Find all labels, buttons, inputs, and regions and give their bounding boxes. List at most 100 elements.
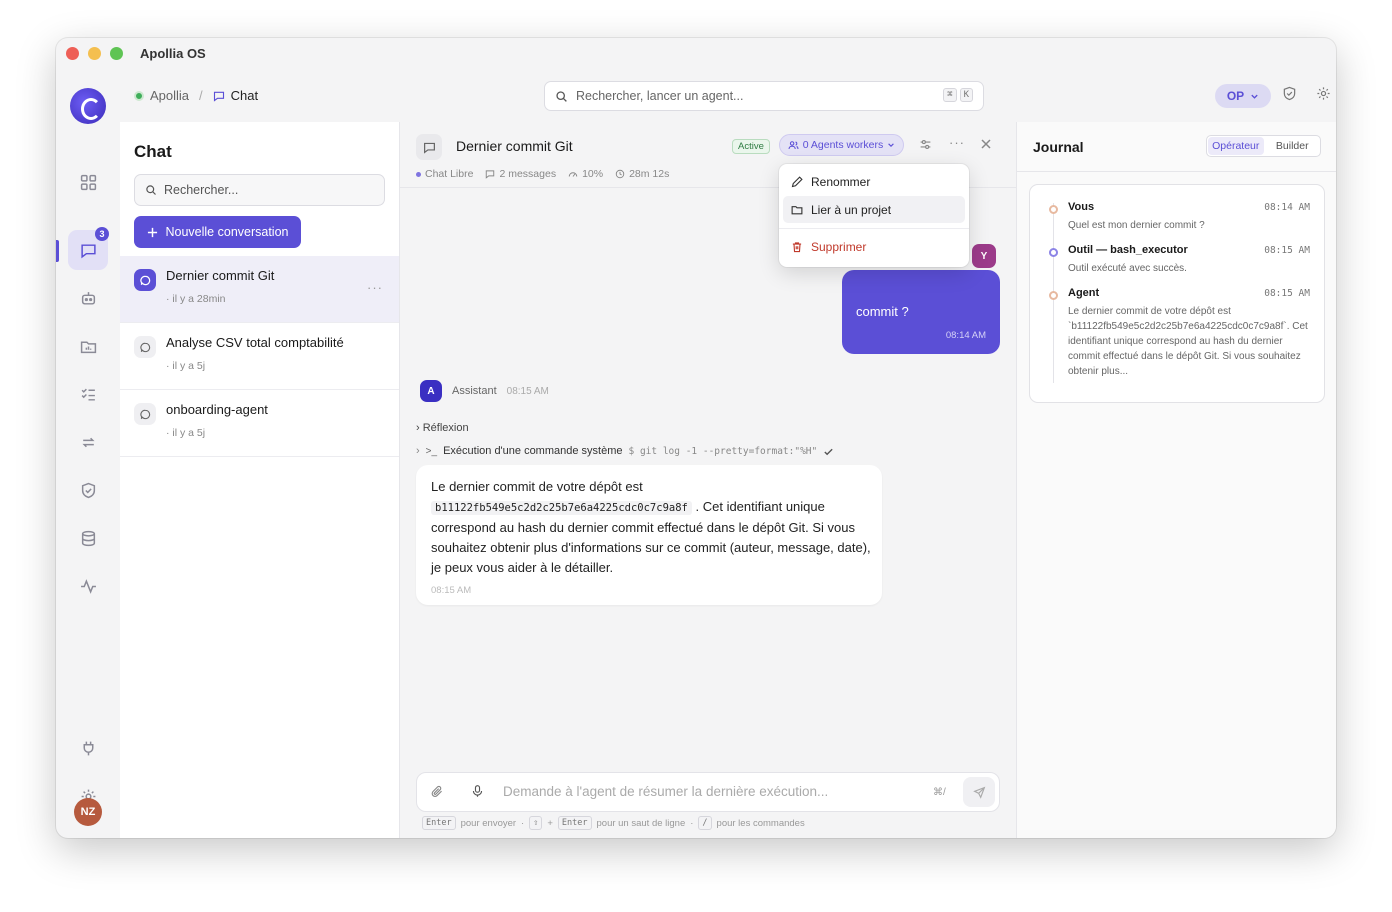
title-bar: Apollia OS bbox=[56, 38, 1336, 70]
workflows-button[interactable] bbox=[68, 422, 108, 462]
agents-workers-button[interactable]: 0 Agents workers bbox=[779, 134, 904, 156]
security-button[interactable] bbox=[68, 470, 108, 510]
robot-icon bbox=[81, 291, 95, 305]
activity-icon bbox=[80, 578, 96, 594]
chevron-right-icon: › bbox=[416, 445, 420, 457]
operator-label: OP bbox=[1226, 89, 1245, 103]
conversation-item[interactable]: onboarding-agent · il y a 5j bbox=[120, 390, 399, 457]
entry-author: Agent bbox=[1068, 287, 1100, 299]
user-avatar[interactable]: NZ bbox=[74, 798, 102, 826]
close-icon[interactable] bbox=[980, 138, 992, 153]
terminal-icon: >_ bbox=[425, 445, 438, 457]
conversation-options-menu: Renommer Lier à un projet Supprimer bbox=[779, 164, 969, 267]
link-project-menu-item[interactable]: Lier à un projet bbox=[783, 196, 965, 223]
journal-title: Journal bbox=[1033, 139, 1084, 155]
conversation-time: · il y a 5j bbox=[166, 427, 206, 439]
chat-icon bbox=[80, 243, 96, 258]
tab-operator[interactable]: Opérateur bbox=[1208, 137, 1264, 155]
more-options-icon[interactable]: ··· bbox=[367, 280, 383, 295]
more-options-icon[interactable]: ··· bbox=[949, 135, 965, 150]
search-icon bbox=[556, 90, 567, 102]
repeat-icon bbox=[81, 437, 95, 447]
gauge-icon bbox=[568, 172, 578, 177]
user-message-text: commit ? bbox=[856, 304, 909, 319]
conversation-title: onboarding-agent bbox=[166, 402, 268, 417]
conversation-search-input[interactable]: Rechercher... bbox=[134, 174, 385, 206]
command-execution-toggle[interactable]: › >_ Exécution d'une commande système $ … bbox=[416, 445, 834, 457]
chat-meta: Chat Libre 2 messages 10% 28m 12s bbox=[416, 168, 669, 180]
conversation-item[interactable]: Dernier commit Git · il y a 28min ··· bbox=[120, 256, 399, 323]
sliders-icon[interactable] bbox=[919, 138, 932, 154]
composer-shortcut: ⌘/ bbox=[933, 787, 946, 798]
plugins-button[interactable] bbox=[68, 728, 108, 768]
delete-menu-item[interactable]: Supprimer bbox=[783, 233, 965, 260]
tab-builder[interactable]: Builder bbox=[1265, 136, 1321, 156]
journal-mode-toggle: Opérateur Builder bbox=[1206, 135, 1321, 157]
global-search[interactable]: Rechercher, lancer un agent... ⌘ K bbox=[544, 81, 984, 111]
delete-label: Supprimer bbox=[811, 239, 867, 254]
user-message-time: 08:14 AM bbox=[945, 330, 986, 341]
gear-icon[interactable] bbox=[1316, 86, 1331, 104]
mode-dot bbox=[416, 171, 421, 177]
assistant-avatar: A bbox=[420, 380, 442, 402]
message-composer[interactable]: Demande à l'agent de résumer la dernière… bbox=[416, 772, 1000, 812]
menu-divider bbox=[779, 228, 969, 229]
breadcrumb: Apollia / Chat bbox=[134, 88, 258, 103]
app-logo[interactable] bbox=[70, 88, 106, 124]
journal-panel: Journal Opérateur Builder Vous 08:14 AM … bbox=[1016, 122, 1336, 838]
dashboard-button[interactable] bbox=[68, 162, 108, 202]
check-icon bbox=[824, 448, 833, 455]
messages-meta: 2 messages bbox=[485, 168, 556, 180]
attach-icon[interactable] bbox=[431, 785, 444, 801]
trash-icon bbox=[792, 241, 802, 252]
rename-menu-item[interactable]: Renommer bbox=[783, 168, 965, 195]
commit-hash: b11122fb549e5c2d2c25b7e6a4225cdc0c7c9a8f bbox=[431, 501, 692, 515]
exec-command: $ git log -1 --pretty=format:"%H" bbox=[628, 445, 818, 457]
user-message-avatar: Y bbox=[972, 244, 996, 268]
breadcrumb-root[interactable]: Apollia bbox=[150, 88, 189, 103]
chat-title: Dernier commit Git bbox=[456, 138, 573, 154]
chat-badge: 3 bbox=[95, 227, 109, 241]
assistant-message-text: Le dernier commit de votre dépôt est b111… bbox=[431, 479, 871, 575]
composer-placeholder: Demande à l'agent de résumer la dernière… bbox=[503, 784, 829, 799]
shift-key: ⇧ bbox=[529, 816, 543, 830]
journal-header: Journal Opérateur Builder bbox=[1017, 122, 1336, 172]
new-conversation-button[interactable]: Nouvelle conversation bbox=[134, 216, 301, 248]
agents-button[interactable] bbox=[68, 278, 108, 318]
assistant-name: Assistant bbox=[452, 385, 497, 397]
tasks-button[interactable] bbox=[68, 374, 108, 414]
hint-newline: pour un saut de ligne bbox=[596, 817, 686, 829]
database-icon bbox=[81, 530, 95, 546]
breadcrumb-current: Chat bbox=[230, 88, 259, 103]
hint-send: pour envoyer bbox=[460, 817, 517, 829]
microphone-icon[interactable] bbox=[471, 784, 484, 801]
assistant-header: A Assistant 08:15 AM bbox=[420, 380, 549, 402]
mode-meta: Chat Libre bbox=[416, 168, 473, 180]
agent-dot-icon bbox=[1049, 291, 1058, 300]
agents-workers-label: 0 Agents workers bbox=[802, 139, 884, 151]
conversation-item[interactable]: Analyse CSV total comptabilité · il y a … bbox=[120, 323, 399, 390]
minimize-window-button[interactable] bbox=[88, 47, 101, 60]
hint-commands: pour les commandes bbox=[716, 817, 805, 829]
progress-meta: 10% bbox=[568, 168, 603, 180]
chat-button[interactable]: 3 bbox=[68, 227, 109, 270]
activity-button[interactable] bbox=[68, 566, 108, 606]
projects-button[interactable] bbox=[68, 326, 108, 366]
send-button[interactable] bbox=[963, 777, 995, 807]
conversation-title: Analyse CSV total comptabilité bbox=[166, 335, 344, 350]
database-button[interactable] bbox=[68, 518, 108, 558]
pencil-icon bbox=[791, 175, 803, 187]
active-indicator bbox=[56, 240, 59, 262]
rename-label: Renommer bbox=[811, 174, 871, 189]
zoom-window-button[interactable] bbox=[110, 47, 123, 60]
status-dot bbox=[134, 90, 144, 101]
shield-icon[interactable] bbox=[1282, 86, 1297, 104]
operator-mode-button[interactable]: OP bbox=[1215, 84, 1271, 108]
assistant-time: 08:15 AM bbox=[506, 385, 549, 397]
entry-message: Quel est mon dernier commit ? bbox=[1068, 220, 1205, 231]
assistant-message-time: 08:15 AM bbox=[431, 585, 472, 596]
reflection-toggle[interactable]: › Réflexion bbox=[416, 422, 469, 434]
entry-author: Outil — bash_executor bbox=[1068, 244, 1188, 256]
chat-icon bbox=[416, 134, 442, 160]
close-window-button[interactable] bbox=[66, 47, 79, 60]
